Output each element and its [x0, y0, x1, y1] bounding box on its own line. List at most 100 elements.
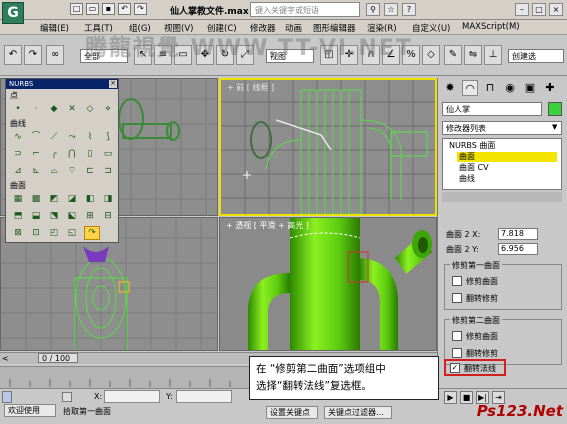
- mirror-surface-icon[interactable]: ◨: [102, 193, 114, 205]
- modifier-list-dropdown[interactable]: 修改器列表: [442, 121, 562, 135]
- point-curve-icon[interactable]: ⌒: [30, 131, 42, 143]
- transform-curve-icon[interactable]: ⤳: [66, 131, 78, 143]
- redo-tool-icon[interactable]: ↷: [24, 45, 42, 65]
- offset-curve-icon[interactable]: ⟆: [102, 131, 114, 143]
- stack-item-curve[interactable]: 曲线: [457, 174, 557, 184]
- flip-trim-second-checkbox[interactable]: [452, 348, 462, 358]
- trim-second-surface-checkbox[interactable]: [452, 331, 462, 341]
- mirror-icon[interactable]: ⇋: [464, 45, 482, 65]
- prev-frame-icon[interactable]: <: [2, 354, 9, 363]
- offset-point-icon[interactable]: ·: [30, 103, 42, 115]
- star-icon[interactable]: ☆: [384, 3, 398, 16]
- selection-lock-icon[interactable]: [62, 392, 72, 402]
- chevron-down-icon[interactable]: ▼: [552, 123, 557, 131]
- stack-item-surface[interactable]: 曲面: [457, 152, 557, 162]
- named-selection-set-dropdown[interactable]: 创建选: [508, 49, 564, 63]
- maximize-icon[interactable]: □: [532, 3, 546, 16]
- uv-loft-surface-icon[interactable]: ⊟: [102, 210, 114, 222]
- mirror-curve-icon[interactable]: ⊃: [12, 148, 24, 160]
- two-rail-sweep-icon[interactable]: ⊡: [30, 227, 42, 239]
- app-logo-icon[interactable]: G: [2, 2, 24, 24]
- create-tab-icon[interactable]: ✸: [442, 80, 458, 96]
- curve-point-icon[interactable]: ◆: [48, 103, 60, 115]
- open-file-icon[interactable]: ▭: [86, 3, 99, 15]
- blend-curve-icon[interactable]: ⌇: [84, 131, 96, 143]
- y-coord-field[interactable]: [176, 390, 232, 403]
- surface-2x-input[interactable]: 7.818: [498, 228, 538, 240]
- multisided-blend-icon[interactable]: ◰: [48, 227, 60, 239]
- stack-item-surface-cv[interactable]: 曲面 CV: [457, 163, 557, 173]
- track-bar[interactable]: [0, 366, 250, 388]
- close-icon[interactable]: ×: [549, 3, 563, 16]
- spinner-snap-icon[interactable]: ◇: [422, 45, 440, 65]
- u-loft-surface-icon[interactable]: ⊞: [84, 210, 96, 222]
- viewport-front[interactable]: + 前 [ 线框 ]: [219, 78, 437, 216]
- transform-surface-icon[interactable]: ◩: [48, 193, 60, 205]
- redo-icon[interactable]: ↷: [134, 3, 147, 15]
- motion-tab-icon[interactable]: ◉: [502, 80, 518, 96]
- point-curve-on-surface-icon[interactable]: ⌔: [66, 165, 78, 177]
- x-coord-field[interactable]: [104, 390, 160, 403]
- u-iso-curve-icon[interactable]: ▯: [84, 148, 96, 160]
- align-icon[interactable]: ⊥: [484, 45, 502, 65]
- display-tab-icon[interactable]: ▣: [522, 80, 538, 96]
- hierarchy-tab-icon[interactable]: ⊓: [482, 80, 498, 96]
- menu-maxscript[interactable]: MAXScript(M): [462, 22, 520, 32]
- help-icon[interactable]: ?: [402, 3, 416, 16]
- flip-trim-first-checkbox[interactable]: [452, 293, 462, 303]
- link-icon[interactable]: ∞: [46, 45, 64, 65]
- welcome-field[interactable]: 欢迎使用: [4, 404, 56, 417]
- chamfer-curve-icon[interactable]: ⌐: [30, 148, 42, 160]
- menu-customize[interactable]: 自定义(U): [412, 22, 450, 34]
- viewport-front-label[interactable]: + 前 [ 线框 ]: [227, 82, 274, 93]
- surface-surface-intersection-icon[interactable]: ⋂: [66, 148, 78, 160]
- fillet-surface-icon[interactable]: ↷: [84, 226, 100, 240]
- utilities-tab-icon[interactable]: ✚: [542, 80, 558, 96]
- minimize-icon[interactable]: –: [515, 3, 529, 16]
- offset-surface-icon[interactable]: ◧: [84, 193, 96, 205]
- v-iso-curve-icon[interactable]: ▭: [102, 148, 114, 160]
- fit-curve-icon[interactable]: ⟋: [48, 131, 60, 143]
- cv-curve-icon[interactable]: ∿: [12, 131, 24, 143]
- stop-icon[interactable]: ■: [460, 391, 473, 404]
- curve-curve-point-icon[interactable]: ✕: [66, 103, 78, 115]
- play-icon[interactable]: ▶: [444, 391, 457, 404]
- surface-point-icon[interactable]: ◇: [84, 103, 96, 115]
- key-filters-button[interactable]: 关键点过滤器...: [324, 406, 392, 419]
- vector-projected-curve-icon[interactable]: ⊾: [30, 165, 42, 177]
- multicurve-trim-icon[interactable]: ◱: [66, 227, 78, 239]
- modify-tab-icon[interactable]: ◠: [462, 80, 478, 96]
- nurbs-close-icon[interactable]: ×: [109, 80, 117, 88]
- menu-edit[interactable]: 编辑(E): [40, 22, 69, 34]
- cv-curve-on-surface-icon[interactable]: ⌓: [48, 165, 60, 177]
- undo-tool-icon[interactable]: ↶: [4, 45, 22, 65]
- blend-surface-icon[interactable]: ◪: [66, 193, 78, 205]
- edit-named-selection-icon[interactable]: ✎: [444, 45, 462, 65]
- one-rail-sweep-icon[interactable]: ⊠: [12, 227, 24, 239]
- extrude-surface-icon[interactable]: ⬒: [12, 210, 24, 222]
- save-icon[interactable]: ▪: [102, 3, 115, 15]
- set-key-button[interactable]: 设置关键点: [266, 406, 318, 419]
- ruled-surface-icon[interactable]: ⬔: [48, 210, 60, 222]
- viewport-perspective-label[interactable]: + 透视 [ 平滑 + 高光 ]: [226, 220, 309, 231]
- normal-projected-curve-icon[interactable]: ⊿: [12, 165, 24, 177]
- search-icon[interactable]: ⚲: [366, 3, 380, 16]
- object-color-swatch[interactable]: [548, 102, 562, 116]
- surface-offset-curve-icon[interactable]: ⊏: [84, 165, 96, 177]
- lathe-surface-icon[interactable]: ⬓: [30, 210, 42, 222]
- cap-surface-icon[interactable]: ⬕: [66, 210, 78, 222]
- new-file-icon[interactable]: □: [70, 3, 83, 15]
- point-surface-icon[interactable]: ▩: [30, 193, 42, 205]
- trim-first-surface-checkbox[interactable]: [452, 276, 462, 286]
- cv-surface-icon[interactable]: ▦: [12, 193, 24, 205]
- maxscript-listener-icon[interactable]: [2, 391, 12, 403]
- surface-edge-curve-icon[interactable]: ⊐: [102, 165, 114, 177]
- viewport-perspective[interactable]: + 透视 [ 平滑 + 高光 ]: [219, 217, 437, 351]
- surface-curve-point-icon[interactable]: ⋄: [102, 103, 114, 115]
- surface-2y-input[interactable]: 6.956: [498, 243, 538, 255]
- search-input[interactable]: 键入关键字或短语: [250, 2, 360, 17]
- fillet-curve-icon[interactable]: ╭: [48, 148, 60, 160]
- object-name-field[interactable]: 仙人掌: [442, 102, 542, 116]
- stack-item-nurbs-surface[interactable]: NURBS 曲面: [447, 141, 561, 151]
- undo-icon[interactable]: ↶: [118, 3, 131, 15]
